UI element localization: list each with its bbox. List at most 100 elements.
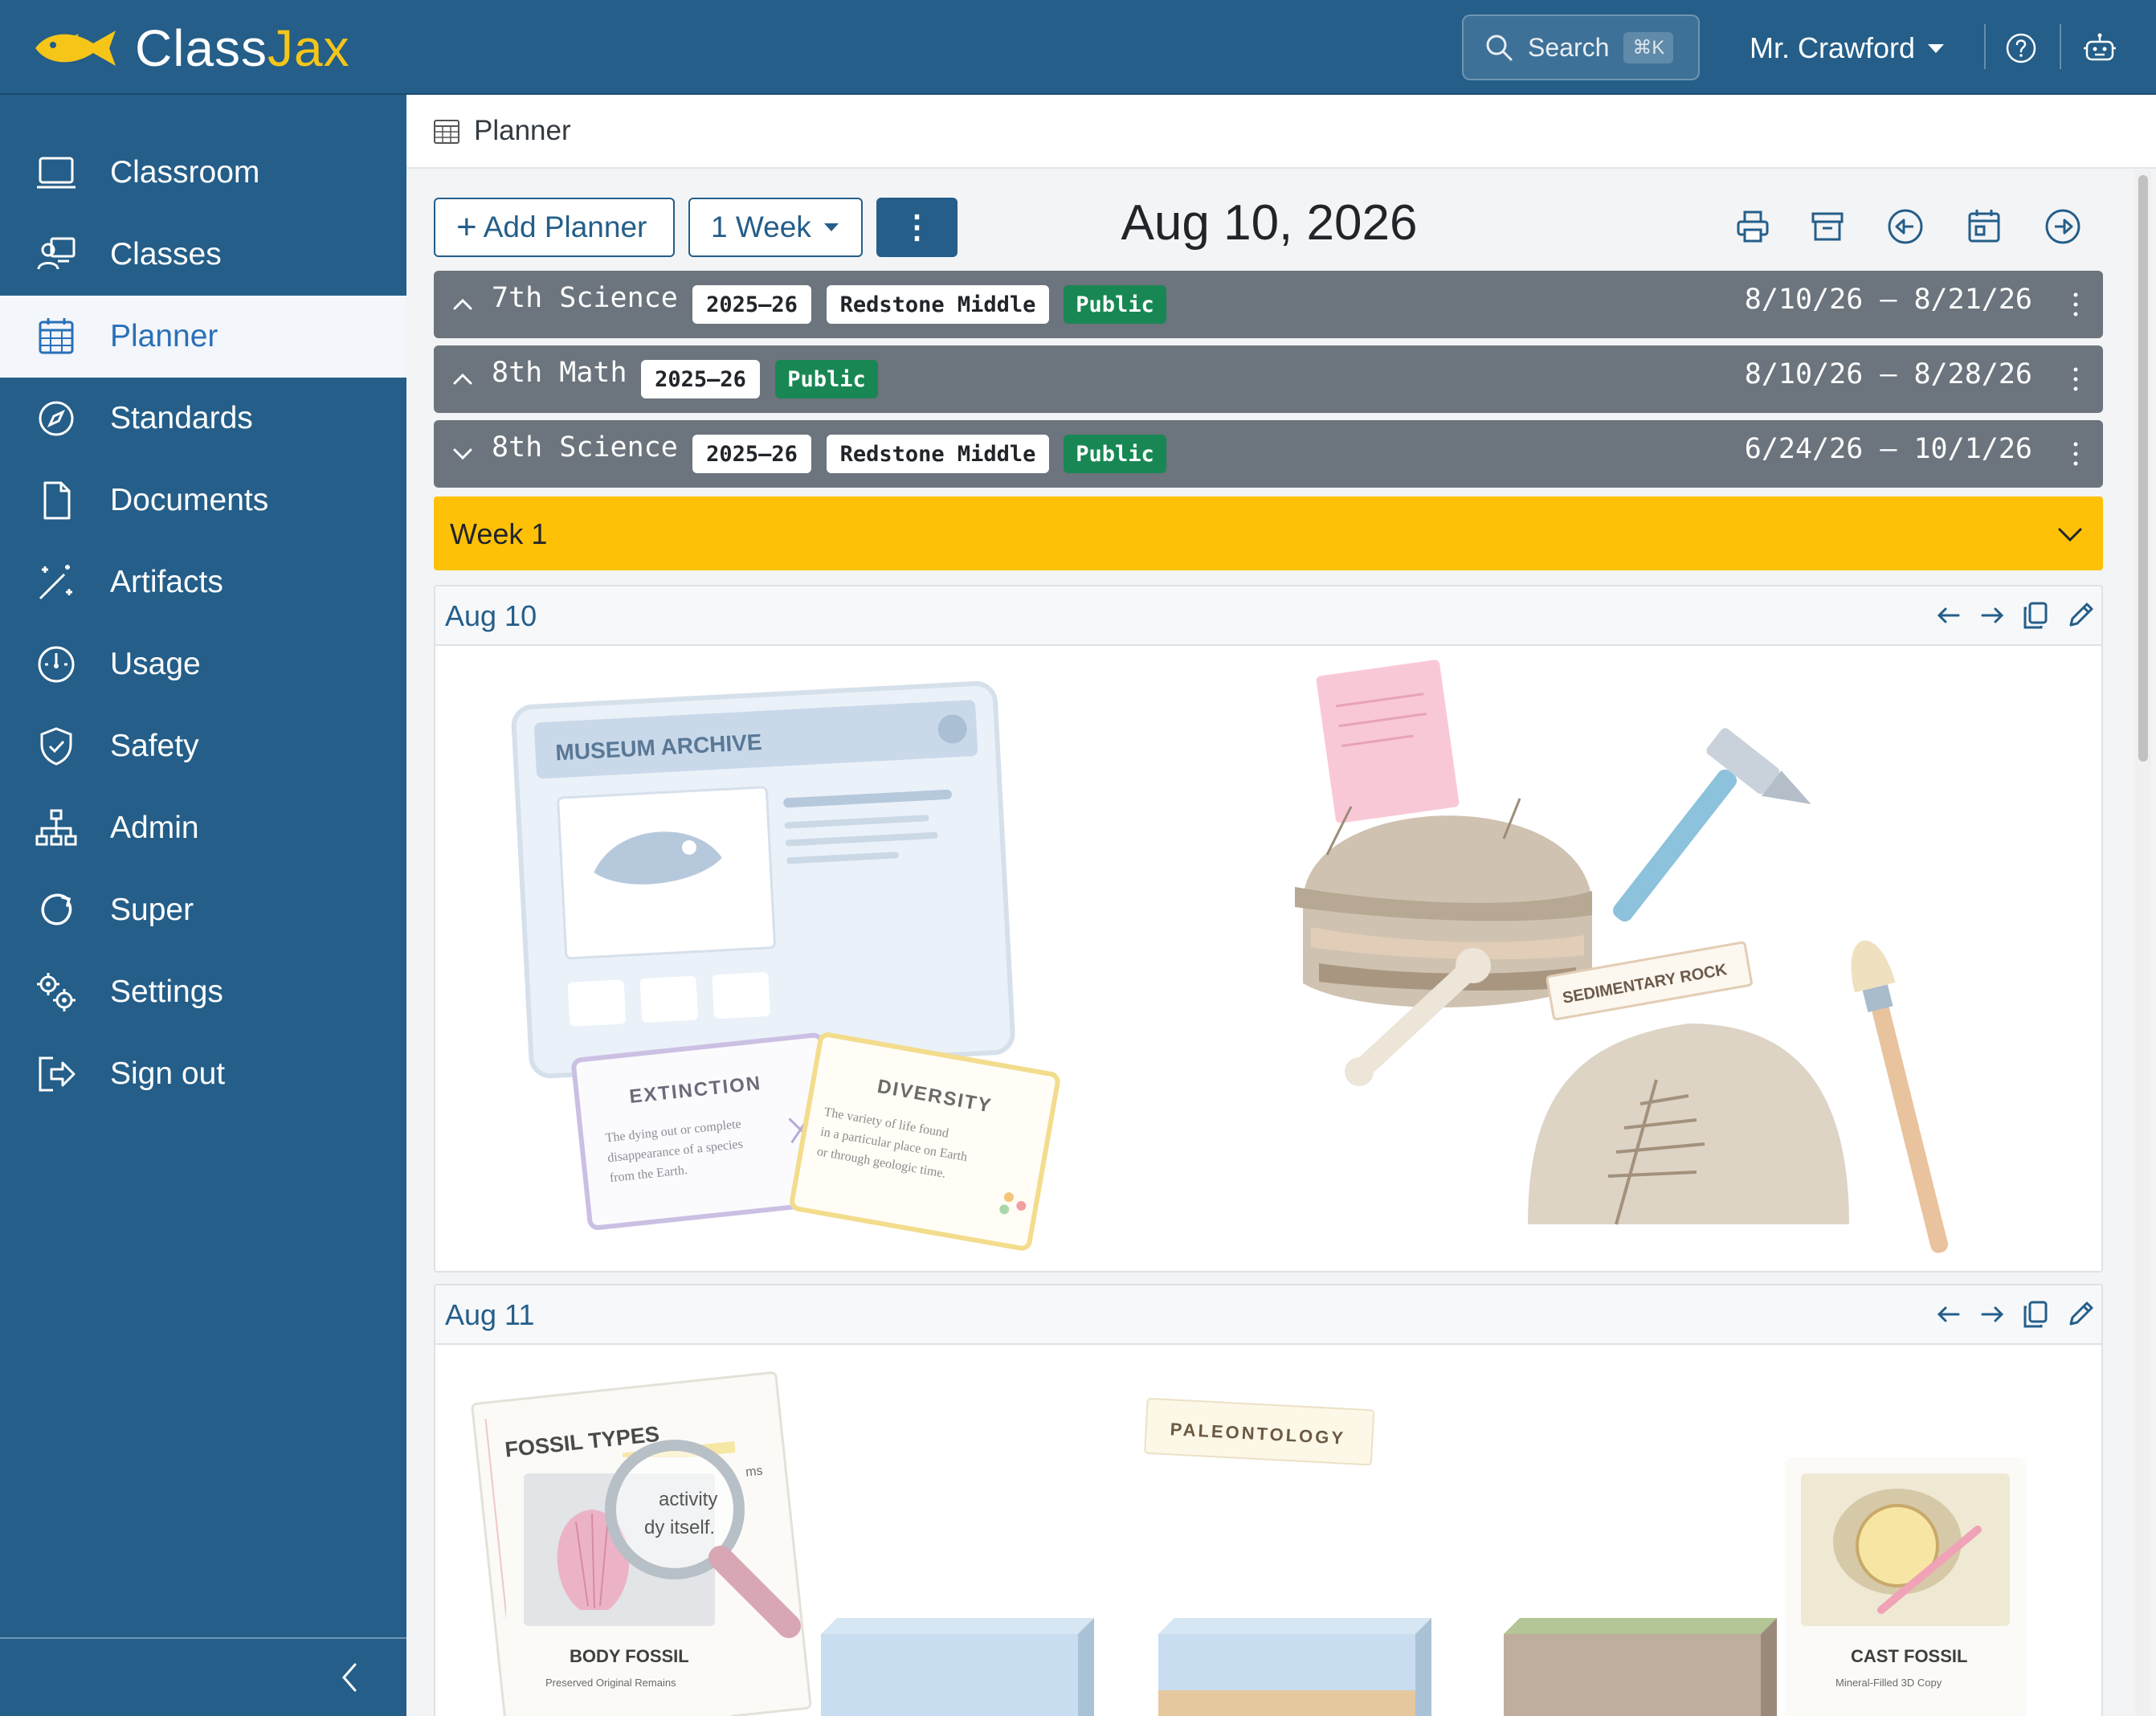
svg-text:Preserved Original Remains: Preserved Original Remains: [545, 1677, 676, 1689]
add-planner-label: Add Planner: [483, 210, 647, 243]
visibility-badge: Public: [1064, 285, 1166, 324]
compass-icon: [39, 401, 74, 436]
planner-name: 7th Science: [492, 282, 678, 314]
sidebar-item-classroom[interactable]: Classroom: [0, 132, 406, 214]
divider: [2060, 24, 2061, 69]
sidebar: Classroom Classes Planner Standards Docu…: [0, 95, 406, 1716]
sidebar-item-label: Planner: [110, 319, 218, 353]
breadcrumb: Planner: [406, 95, 2156, 169]
search-shortcut: ⌘K: [1623, 31, 1674, 63]
sidebar-item-label: Standards: [110, 401, 253, 435]
pencil-icon[interactable]: [2064, 599, 2097, 631]
sidebar-item-standards[interactable]: Standards: [0, 378, 406, 460]
sidebar-item-usage[interactable]: Usage: [0, 623, 406, 705]
forward-icon[interactable]: [2044, 207, 2082, 246]
teacher-icon: [37, 237, 76, 270]
day-header: Aug 10: [435, 586, 2101, 646]
svg-text:activity: activity: [659, 1489, 717, 1510]
planner-row[interactable]: 7th Science 2025–26 Redstone Middle Publ…: [434, 271, 2103, 338]
year-badge: 2025–26: [692, 435, 811, 473]
archive-icon[interactable]: [1808, 207, 1847, 246]
sidebar-item-label: Admin: [110, 811, 199, 845]
search-icon: [1486, 35, 1513, 61]
sidebar-item-label: Artifacts: [110, 565, 223, 599]
arrow-left-icon[interactable]: [1933, 599, 1965, 631]
day-date: Aug 11: [445, 1298, 535, 1331]
planner-row[interactable]: 8th Math 2025–26 Public 8/10/26 – 8/28/2…: [434, 345, 2103, 413]
range-select[interactable]: 1 Week: [688, 198, 863, 257]
sidebar-item-safety[interactable]: Safety: [0, 705, 406, 787]
school-badge: Redstone Middle: [827, 285, 1049, 324]
scrollbar-thumb[interactable]: [2138, 175, 2148, 762]
pencil-icon[interactable]: [2064, 1298, 2097, 1330]
arrow-right-icon[interactable]: [1976, 1298, 2008, 1330]
loop-icon: [41, 893, 72, 925]
day-date: Aug 10: [445, 599, 537, 632]
chevron-down-icon[interactable]: [450, 441, 476, 467]
kebab-icon[interactable]: [2071, 438, 2080, 470]
sidebar-item-settings[interactable]: Settings: [0, 951, 406, 1033]
help-icon[interactable]: [2002, 29, 2040, 67]
week-label: Week 1: [450, 517, 548, 550]
calendar-icon: [39, 318, 74, 354]
sidebar-item-admin[interactable]: Admin: [0, 787, 406, 869]
sidebar-item-super[interactable]: Super: [0, 869, 406, 951]
lesson-illustration: FOSSIL TYPES ms BODY FOSSIL Preserved Or…: [435, 1345, 2101, 1716]
day-card: Aug 10 MUSEUM ARCHIVE EXTINCTION The dyi…: [434, 585, 2103, 1273]
sidebar-footer: [0, 1637, 406, 1716]
kebab-icon[interactable]: [2071, 363, 2080, 395]
app-logo[interactable]: ClassJax: [32, 18, 350, 79]
org-chart-icon: [35, 809, 77, 846]
top-navbar: ClassJax Search ⌘K Mr. Crawford: [0, 0, 2156, 95]
chevron-left-icon[interactable]: [329, 1657, 371, 1698]
sidebar-item-artifacts[interactable]: Artifacts: [0, 541, 406, 623]
year-badge: 2025–26: [692, 285, 811, 324]
kebab-icon[interactable]: [2071, 288, 2080, 321]
monitor-icon: [37, 157, 76, 189]
gears-icon: [37, 973, 76, 1011]
sidebar-item-label: Super: [110, 893, 194, 927]
day-card: Aug 11 FOSSIL TYPES ms BODY FOSSIL Prese…: [434, 1284, 2103, 1716]
copy-icon[interactable]: [2019, 599, 2052, 631]
svg-text:CAST FOSSIL: CAST FOSSIL: [1851, 1646, 1967, 1666]
arrow-right-icon[interactable]: [1976, 599, 2008, 631]
visibility-badge: Public: [1064, 435, 1166, 473]
sidebar-item-label: Settings: [110, 974, 223, 1009]
user-name: Mr. Crawford: [1750, 31, 1916, 64]
lesson-illustration: MUSEUM ARCHIVE EXTINCTION The dying out …: [435, 646, 2101, 1271]
sidebar-item-label: Safety: [110, 729, 199, 763]
current-date-title: Aug 10, 2026: [1121, 195, 1418, 251]
sidebar-item-label: Classes: [110, 237, 222, 272]
visibility-badge: Public: [775, 360, 878, 398]
sidebar-item-label: Documents: [110, 483, 269, 517]
robot-icon[interactable]: [2080, 29, 2119, 67]
search-label: Search: [1528, 32, 1610, 62]
sidebar-item-planner[interactable]: Planner: [0, 296, 406, 378]
calendar-icon: [434, 120, 459, 144]
app-name: ClassJax: [135, 19, 350, 77]
arrow-left-icon[interactable]: [1933, 1298, 1965, 1330]
copy-icon[interactable]: [2019, 1298, 2052, 1330]
sidebar-item-label: Sign out: [110, 1056, 226, 1091]
rewind-icon[interactable]: [1886, 207, 1925, 246]
sidebar-item-classes[interactable]: Classes: [0, 214, 406, 296]
shield-check-icon: [40, 727, 72, 766]
chevron-down-icon[interactable]: [2055, 519, 2085, 550]
user-menu-dropdown[interactable]: Mr. Crawford: [1750, 24, 1945, 72]
search-button[interactable]: Search ⌘K: [1462, 14, 1700, 80]
scrollbar[interactable]: [2135, 170, 2151, 1716]
year-badge: 2025–26: [641, 360, 760, 398]
chevron-up-icon[interactable]: [450, 366, 476, 392]
sidebar-item-label: Usage: [110, 647, 201, 681]
add-planner-button[interactable]: + Add Planner: [434, 198, 675, 257]
more-options-button[interactable]: ⋮: [876, 198, 958, 257]
kebab-icon: ⋮: [900, 210, 933, 245]
calendar-today-icon[interactable]: [1965, 207, 2003, 246]
print-icon[interactable]: [1733, 207, 1772, 246]
sidebar-item-documents[interactable]: Documents: [0, 460, 406, 541]
sidebar-item-label: Classroom: [110, 155, 260, 190]
week-header[interactable]: Week 1: [434, 496, 2103, 570]
planner-row[interactable]: 8th Science 2025–26 Redstone Middle Publ…: [434, 420, 2103, 488]
sidebar-item-sign-out[interactable]: Sign out: [0, 1033, 406, 1115]
chevron-up-icon[interactable]: [450, 292, 476, 317]
